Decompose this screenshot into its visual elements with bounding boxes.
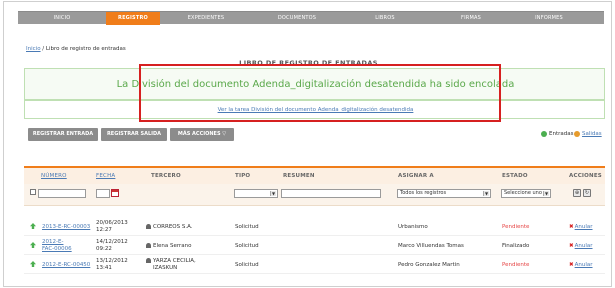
nav-informes[interactable]: INFORMES (514, 12, 584, 25)
registry-table: NÚMERO FECHA TERCERO TIPO RESUMEN ASIGNA… (24, 166, 605, 278)
breadcrumb-home-link[interactable]: Inicio (26, 46, 41, 52)
app-frame: INICIO REGISTRO EXPEDIENTES DOCUMENTOS L… (3, 1, 612, 287)
table-header: NÚMERO FECHA TERCERO TIPO RESUMEN ASIGNA… (24, 168, 605, 184)
exit-arrow-icon (574, 131, 580, 137)
person-icon (146, 224, 151, 229)
legend-entries[interactable]: Entradas (541, 131, 573, 137)
success-message-box: La División del documento Adenda_digital… (24, 68, 605, 100)
register-entry-button[interactable]: REGISTRAR ENTRADA (28, 128, 98, 141)
nav-expedientes[interactable]: EXPEDIENTES (160, 12, 252, 25)
entry-arrow-icon (30, 261, 36, 267)
asignar-filter-select[interactable]: Todos los registros ▼ (397, 189, 491, 198)
anular-link[interactable]: Anular (575, 224, 593, 230)
col-estado: ESTADO (502, 173, 528, 179)
entry-arrow-icon (30, 223, 36, 229)
row-numero-link-2[interactable]: FAC-00006 (42, 246, 72, 253)
person-icon (146, 243, 151, 248)
nav-documentos[interactable]: DOCUMENTOS (252, 12, 342, 25)
row-tercero: Elena Serrano (146, 243, 192, 250)
nav-inicio[interactable]: INICIO (18, 12, 106, 25)
estado-filter-select[interactable]: Seleccione uno ▼ (501, 189, 551, 198)
select-all-checkbox[interactable] (30, 189, 36, 195)
more-actions-button[interactable]: MÁS ACCIONES ▽ (170, 128, 234, 141)
row-tercero-name-2: IZASKUN (153, 265, 178, 271)
row-anular[interactable]: ✖Anular (569, 262, 593, 269)
row-fecha: 13/12/2012 (96, 258, 128, 264)
filter-icon[interactable]: ⊕ (573, 189, 581, 197)
col-tercero: TERCERO (151, 173, 181, 179)
chevron-down-icon: ▼ (483, 191, 489, 196)
table-row[interactable]: 2012-E-RC-00450 13/12/2012 13:41 YARZA C… (24, 256, 605, 274)
col-fecha[interactable]: FECHA (96, 173, 115, 179)
top-navigation: INICIO REGISTRO EXPEDIENTES DOCUMENTOS L… (18, 11, 604, 25)
anular-link[interactable]: Anular (575, 262, 593, 268)
col-asignar: ASIGNAR A (398, 173, 434, 179)
legend-exits[interactable]: Salidas (574, 131, 602, 137)
row-tipo: Solicitud (235, 243, 259, 249)
close-icon: ✖ (569, 224, 574, 230)
breadcrumb-current: Libro de registro de entradas (45, 46, 126, 52)
fecha-filter-input[interactable] (96, 189, 110, 198)
calendar-icon[interactable] (111, 189, 119, 197)
task-link[interactable]: Ver la tarea División del documento Aden… (25, 107, 606, 113)
refresh-icon[interactable]: ↻ (583, 189, 591, 197)
row-asignar: Urbanismo (398, 224, 428, 230)
register-exit-button[interactable]: REGISTRAR SALIDA (101, 128, 167, 141)
row-asignar: Pedro Gonzalez Martin (398, 262, 460, 268)
asignar-filter-value: Todos los registros (400, 190, 447, 196)
col-resumen: RESUMEN (283, 173, 315, 179)
row-tipo: Solicitud (235, 224, 259, 230)
row-anular[interactable]: ✖Anular (569, 243, 593, 250)
row-numero-link[interactable]: 2012-E-RC-00450 (42, 262, 90, 269)
chevron-down-icon: ▼ (543, 191, 549, 196)
nav-registro[interactable]: REGISTRO (106, 12, 160, 25)
row-fecha: 20/06/2013 (96, 220, 128, 226)
nav-firmas[interactable]: FIRMAS (428, 12, 514, 25)
col-acciones: ACCIONES (569, 173, 602, 179)
row-asignar: Marco Villuendas Tomas (398, 243, 464, 249)
table-row[interactable]: 2012-E- FAC-00006 14/12/2012 09:22 Elena… (24, 237, 605, 255)
filter-row: ▼ Todos los registros ▼ Seleccione uno ▼ ⊕… (24, 184, 605, 206)
close-icon: ✖ (569, 243, 574, 249)
row-hora: 13:41 (96, 265, 112, 271)
chevron-down-icon: ▼ (270, 191, 276, 196)
row-anular[interactable]: ✖Anular (569, 224, 593, 231)
task-link-box: Ver la tarea División del documento Aden… (24, 100, 605, 119)
row-hora: 12:27 (96, 227, 112, 233)
col-tipo: TIPO (235, 173, 251, 179)
row-estado: Pendiente (502, 224, 530, 230)
row-tipo: Solicitud (235, 262, 259, 268)
row-numero-link[interactable]: 2013-E-RC-00003 (42, 224, 90, 231)
anular-link[interactable]: Anular (575, 243, 593, 249)
tipo-filter-select[interactable]: ▼ (234, 189, 278, 198)
row-tercero-name: YARZA CECILIA, (153, 258, 196, 264)
row-tercero: CORREOS S.A. (146, 224, 193, 231)
row-estado: Pendiente (502, 262, 530, 268)
resumen-filter-input[interactable] (281, 189, 381, 198)
row-tercero-name: CORREOS S.A. (153, 224, 193, 230)
success-message: La División del documento Adenda_digital… (116, 79, 515, 90)
legend-exits-label: Salidas (582, 131, 602, 137)
row-fecha: 14/12/2012 (96, 239, 128, 245)
row-hora: 09:22 (96, 246, 112, 252)
nav-libros[interactable]: LIBROS (342, 12, 428, 25)
page-title: LIBRO DE REGISTRO DE ENTRADAS (239, 59, 378, 67)
row-estado: Finalizado (502, 243, 530, 249)
row-numero-link-1[interactable]: 2012-E- (42, 239, 63, 246)
entry-arrow-icon (541, 131, 547, 137)
col-numero[interactable]: NÚMERO (41, 173, 67, 179)
legend-entries-label: Entradas (549, 131, 574, 137)
numero-filter-input[interactable] (38, 189, 86, 198)
row-tercero: YARZA CECILIA, (146, 258, 196, 265)
entry-arrow-icon (30, 242, 36, 248)
table-row[interactable]: 2013-E-RC-00003 20/06/2013 12:27 CORREOS… (24, 218, 605, 236)
estado-filter-value: Seleccione uno (504, 190, 542, 196)
breadcrumb: Inicio / Libro de registro de entradas (26, 46, 126, 52)
row-tercero-name: Elena Serrano (153, 243, 192, 249)
person-icon (146, 258, 151, 263)
close-icon: ✖ (569, 262, 574, 268)
